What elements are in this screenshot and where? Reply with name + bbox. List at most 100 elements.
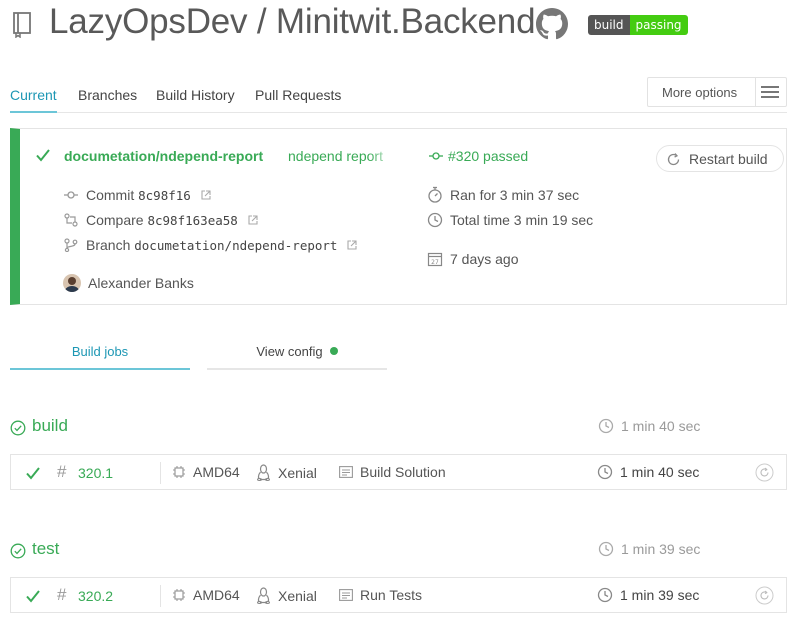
build-status-badge[interactable]: build passing (588, 15, 688, 35)
job-row[interactable]: # 320.1 AMD64 Xenial Build Solution 1 mi… (10, 454, 787, 490)
job-name-icon (339, 589, 353, 601)
finished-row: 27 7 days ago (427, 251, 519, 267)
tab-build-history[interactable]: Build History (156, 87, 235, 103)
job-dist-text: Xenial (278, 587, 317, 604)
tab-current[interactable]: Current (10, 87, 57, 113)
job-number[interactable]: 320.2 (78, 588, 113, 604)
clock-icon (597, 587, 613, 603)
stage-duration-text: 1 min 40 sec (621, 418, 701, 434)
job-duration-text: 1 min 40 sec (620, 464, 700, 480)
divider (160, 462, 161, 484)
clock-icon (598, 541, 614, 557)
total-time-text: Total time 3 min 19 sec (450, 212, 594, 228)
job-dist: Xenial (256, 587, 317, 604)
divider (160, 585, 161, 607)
config-valid-dot-icon (329, 347, 338, 355)
branch-row[interactable]: Branch documetation/ndepend-report (64, 237, 358, 253)
linux-tux-icon (257, 464, 270, 481)
passed-circle-check-icon (10, 543, 26, 559)
job-dist-text: Xenial (278, 464, 317, 481)
restart-build-label: Restart build (689, 151, 768, 167)
external-link-icon (347, 240, 358, 250)
job-dist: Xenial (256, 464, 317, 481)
job-name-icon (339, 466, 353, 478)
job-arch-text: AMD64 (193, 587, 240, 603)
avatar (63, 274, 81, 292)
author-row[interactable]: Alexander Banks (63, 274, 194, 292)
repo-title[interactable]: LazyOpsDev / Minitwit.Backend (49, 2, 536, 42)
job-arch: AMD64 (172, 464, 240, 480)
build-status-text: #320 passed (448, 148, 529, 164)
hash-icon: # (57, 462, 67, 481)
github-icon[interactable] (536, 8, 568, 40)
commit-message[interactable]: ndepend report (288, 148, 396, 164)
stage-header-test: test 1 min 39 sec (10, 539, 787, 563)
linux-tux-icon (257, 587, 270, 604)
tab-branches[interactable]: Branches (78, 87, 137, 103)
restart-job-icon[interactable] (755, 586, 774, 605)
total-time-row: Total time 3 min 19 sec (427, 212, 593, 228)
compare-row[interactable]: Compare 8c98f163ea58 (64, 212, 258, 228)
more-options-label: More options (662, 85, 738, 100)
compare-icon (64, 213, 78, 227)
more-options-button[interactable]: More options (647, 77, 787, 107)
build-summary: documetation/ndepend-report ndepend repo… (10, 128, 787, 305)
commit-sha: 8c98f16 (138, 187, 191, 203)
job-name-text: Build Solution (360, 464, 446, 480)
stopwatch-icon (428, 186, 442, 203)
job-number[interactable]: 320.1 (78, 465, 113, 481)
tab-build-jobs[interactable]: Build jobs (10, 344, 190, 370)
stage-duration: 1 min 40 sec (598, 418, 700, 434)
clock-icon (598, 418, 614, 434)
job-arch: AMD64 (172, 587, 240, 603)
passed-check-icon (36, 149, 50, 162)
build-jobs-label: Build jobs (71, 344, 129, 359)
external-link-icon (201, 190, 211, 200)
branch-value: documetation/ndepend-report (134, 237, 338, 253)
branch-label: Branch (86, 237, 131, 253)
passed-check-icon (26, 467, 40, 480)
repo-icon (13, 12, 31, 38)
commit-label: Commit (86, 187, 135, 203)
restart-build-button[interactable]: Restart build (656, 145, 784, 172)
repo-tabs: Current Branches Build History Pull Requ… (10, 77, 787, 113)
finished-text: 7 days ago (450, 251, 519, 267)
job-duration: 1 min 40 sec (597, 464, 699, 480)
page-header: LazyOpsDev / Minitwit.Backend build pass… (0, 0, 795, 50)
passed-circle-check-icon (10, 420, 26, 436)
stage-header-build: build 1 min 40 sec (10, 416, 787, 440)
restart-job-icon[interactable] (755, 463, 774, 482)
ran-for-row: Ran for 3 min 37 sec (427, 186, 579, 203)
job-name: Run Tests (339, 587, 422, 603)
branch-icon (64, 238, 78, 252)
job-duration: 1 min 39 sec (597, 587, 699, 603)
view-config-label: View config (256, 344, 323, 359)
job-row[interactable]: # 320.2 AMD64 Xenial Run Tests 1 min 39 … (10, 577, 787, 613)
commit-icon (64, 191, 78, 199)
hash-icon: # (57, 585, 67, 604)
compare-range: 8c98f163ea58 (147, 212, 238, 228)
badge-label: build (588, 15, 630, 35)
job-name: Build Solution (339, 464, 446, 480)
restart-icon (667, 153, 680, 166)
author-name: Alexander Banks (88, 275, 194, 291)
calendar-icon: 27 (427, 252, 443, 267)
branch-link[interactable]: documetation/ndepend-report (64, 148, 263, 164)
clock-icon (427, 212, 443, 228)
badge-status: passing (629, 15, 688, 35)
stage-name: build (32, 416, 68, 435)
compare-label: Compare (86, 212, 144, 228)
external-link-icon (248, 215, 258, 225)
hamburger-menu-icon (761, 86, 779, 98)
commit-row[interactable]: Commit 8c98f16 (64, 187, 211, 203)
job-arch-text: AMD64 (193, 464, 240, 480)
clock-icon (597, 464, 613, 480)
svg-text:27: 27 (431, 259, 439, 266)
ran-for-text: Ran for 3 min 37 sec (450, 186, 580, 203)
tab-view-config[interactable]: View config (207, 344, 387, 370)
tab-pull-requests[interactable]: Pull Requests (255, 87, 341, 103)
stage-duration-text: 1 min 39 sec (621, 541, 701, 557)
build-number-status[interactable]: #320 passed (429, 148, 528, 164)
job-name-text: Run Tests (360, 587, 422, 603)
commit-icon (429, 152, 443, 160)
